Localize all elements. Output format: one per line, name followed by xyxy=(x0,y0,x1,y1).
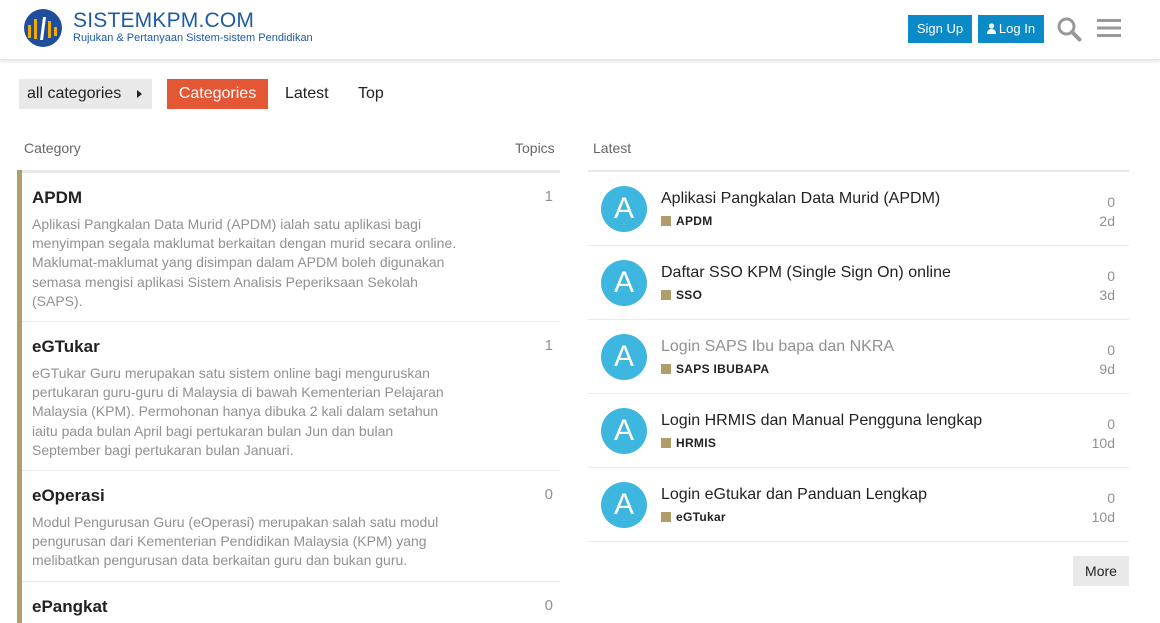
topic-reply-count: 0 xyxy=(1107,416,1115,432)
category-topic-count: 0 xyxy=(544,597,553,614)
category-row-eoperasi[interactable]: eOperasi Modul Pengurusan Guru (eOperasi… xyxy=(22,471,560,582)
topic-category-badge[interactable]: SAPS IBUBAPA xyxy=(661,362,769,376)
topic-row[interactable]: A Daftar SSO KPM (Single Sign On) online… xyxy=(588,246,1129,320)
category-title[interactable]: eGTukar xyxy=(32,337,100,357)
signup-button[interactable]: Sign Up xyxy=(908,15,972,43)
latest-column-header: Latest xyxy=(593,140,632,156)
topic-category-label: eGTukar xyxy=(676,510,726,524)
topics-column-header: Topics xyxy=(515,140,555,156)
caret-right-icon xyxy=(137,90,142,98)
more-button[interactable]: More xyxy=(1073,556,1129,586)
login-label: Log In xyxy=(998,21,1036,36)
category-row-apdm[interactable]: APDM Aplikasi Pangkalan Data Murid (APDM… xyxy=(22,173,560,322)
category-title[interactable]: eOperasi xyxy=(32,486,105,506)
search-icon[interactable] xyxy=(1056,16,1082,42)
category-square-icon xyxy=(661,364,671,374)
topic-title[interactable]: Login eGtukar dan Panduan Lengkap xyxy=(661,486,927,504)
user-avatar[interactable]: A xyxy=(601,260,647,306)
category-square-icon xyxy=(661,438,671,448)
tab-top[interactable]: Top xyxy=(358,79,384,109)
topic-category-label: HRMIS xyxy=(676,436,717,450)
topic-title[interactable]: Daftar SSO KPM (Single Sign On) online xyxy=(661,264,951,282)
category-topic-count: 1 xyxy=(544,188,553,205)
topic-age[interactable]: 3d xyxy=(1099,287,1115,303)
topic-age[interactable]: 9d xyxy=(1099,361,1115,377)
category-topic-count: 0 xyxy=(544,486,553,503)
user-avatar[interactable]: A xyxy=(601,186,647,232)
tab-categories[interactable]: Categories xyxy=(167,79,268,109)
user-avatar[interactable]: A xyxy=(601,334,647,380)
topic-age[interactable]: 10d xyxy=(1092,509,1115,525)
topic-age[interactable]: 2d xyxy=(1099,213,1115,229)
topic-title[interactable]: Login HRMIS dan Manual Pengguna lengkap xyxy=(661,412,982,430)
topic-title[interactable]: Login SAPS Ibu bapa dan NKRA xyxy=(661,338,894,356)
category-description: eGTukar Guru merupakan satu sistem onlin… xyxy=(32,365,444,458)
category-title[interactable]: ePangkat xyxy=(32,597,108,617)
category-topic-count: 1 xyxy=(544,337,553,354)
topic-reply-count: 0 xyxy=(1107,268,1115,284)
topic-category-badge[interactable]: HRMIS xyxy=(661,436,716,450)
hamburger-menu-icon[interactable] xyxy=(1097,17,1121,39)
topic-category-badge[interactable]: eGTukar xyxy=(661,510,726,524)
category-row-epangkat[interactable]: ePangkat 0 xyxy=(22,582,560,623)
topic-category-label: APDM xyxy=(676,214,713,228)
topic-category-label: SSO xyxy=(676,288,703,302)
site-brand[interactable]: SISTEMKPM.COM xyxy=(73,10,254,32)
category-square-icon xyxy=(661,290,671,300)
user-icon xyxy=(986,23,996,35)
category-dropdown[interactable]: all categories xyxy=(19,79,152,109)
sistemkpm-logo-icon[interactable] xyxy=(19,8,67,48)
site-tagline: Rujukan & Pertanyaan Sistem-sistem Pendi… xyxy=(73,32,313,44)
topic-category-badge[interactable]: SSO xyxy=(661,288,702,302)
topic-age[interactable]: 10d xyxy=(1092,435,1115,451)
category-square-icon xyxy=(661,512,671,522)
topic-title[interactable]: Aplikasi Pangkalan Data Murid (APDM) xyxy=(661,190,940,208)
category-description: Aplikasi Pangkalan Data Murid (APDM) ial… xyxy=(32,216,457,309)
category-square-icon xyxy=(661,216,671,226)
topic-row[interactable]: A Login eGtukar dan Panduan Lengkap eGTu… xyxy=(588,468,1129,542)
site-header: SISTEMKPM.COM Rujukan & Pertanyaan Siste… xyxy=(0,0,1160,60)
tab-latest[interactable]: Latest xyxy=(285,79,329,109)
topic-reply-count: 0 xyxy=(1107,194,1115,210)
category-column-header: Category xyxy=(24,140,81,156)
user-avatar[interactable]: A xyxy=(601,482,647,528)
category-description: Modul Pengurusan Guru (eOperasi) merupak… xyxy=(32,514,439,569)
login-button[interactable]: Log In xyxy=(978,15,1044,43)
topic-reply-count: 0 xyxy=(1107,490,1115,506)
topic-row[interactable]: A Login SAPS Ibu bapa dan NKRA SAPS IBUB… xyxy=(588,320,1129,394)
topic-category-label: SAPS IBUBAPA xyxy=(676,362,770,376)
topic-row[interactable]: A Aplikasi Pangkalan Data Murid (APDM) A… xyxy=(588,172,1129,246)
category-row-egtukar[interactable]: eGTukar eGTukar Guru merupakan satu sist… xyxy=(22,322,560,471)
user-avatar[interactable]: A xyxy=(601,408,647,454)
topic-category-badge[interactable]: APDM xyxy=(661,214,713,228)
category-dropdown-label: all categories xyxy=(27,85,122,102)
topic-row[interactable]: A Login HRMIS dan Manual Pengguna lengka… xyxy=(588,394,1129,468)
category-title[interactable]: APDM xyxy=(32,188,82,208)
topic-reply-count: 0 xyxy=(1107,342,1115,358)
